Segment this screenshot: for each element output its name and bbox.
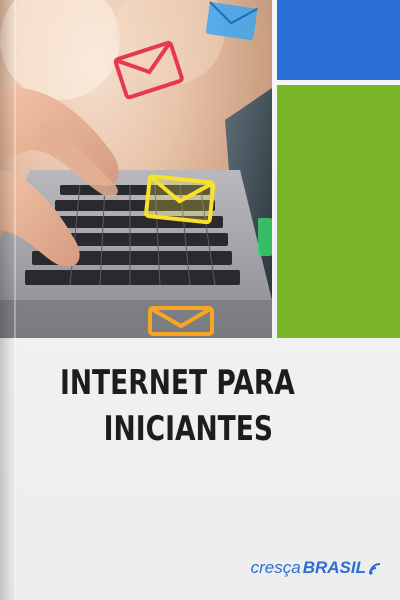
ebook-cover: INTERNET PARA INICIANTES cresça BRASIL [0, 0, 400, 600]
envelope-icon-green [258, 218, 272, 256]
book-spine-highlight [14, 0, 16, 600]
publisher-logo: cresça BRASIL [251, 558, 382, 578]
book-title: INTERNET PARA INICIANTES [60, 360, 295, 452]
brand-name-part1: cresça [250, 558, 301, 577]
brand-name-part2: BRASIL [302, 558, 366, 577]
envelope-icon-blue [205, 1, 259, 40]
envelope-icon-yellow [144, 174, 216, 225]
title-line-1: INTERNET PARA [60, 363, 295, 403]
blue-color-block [277, 0, 400, 80]
green-color-block [277, 85, 400, 338]
laptop-illustration [0, 0, 272, 338]
signal-icon [368, 561, 382, 575]
cover-photo-laptop-typing [0, 0, 272, 338]
title-line-2: INICIANTES [103, 409, 273, 449]
